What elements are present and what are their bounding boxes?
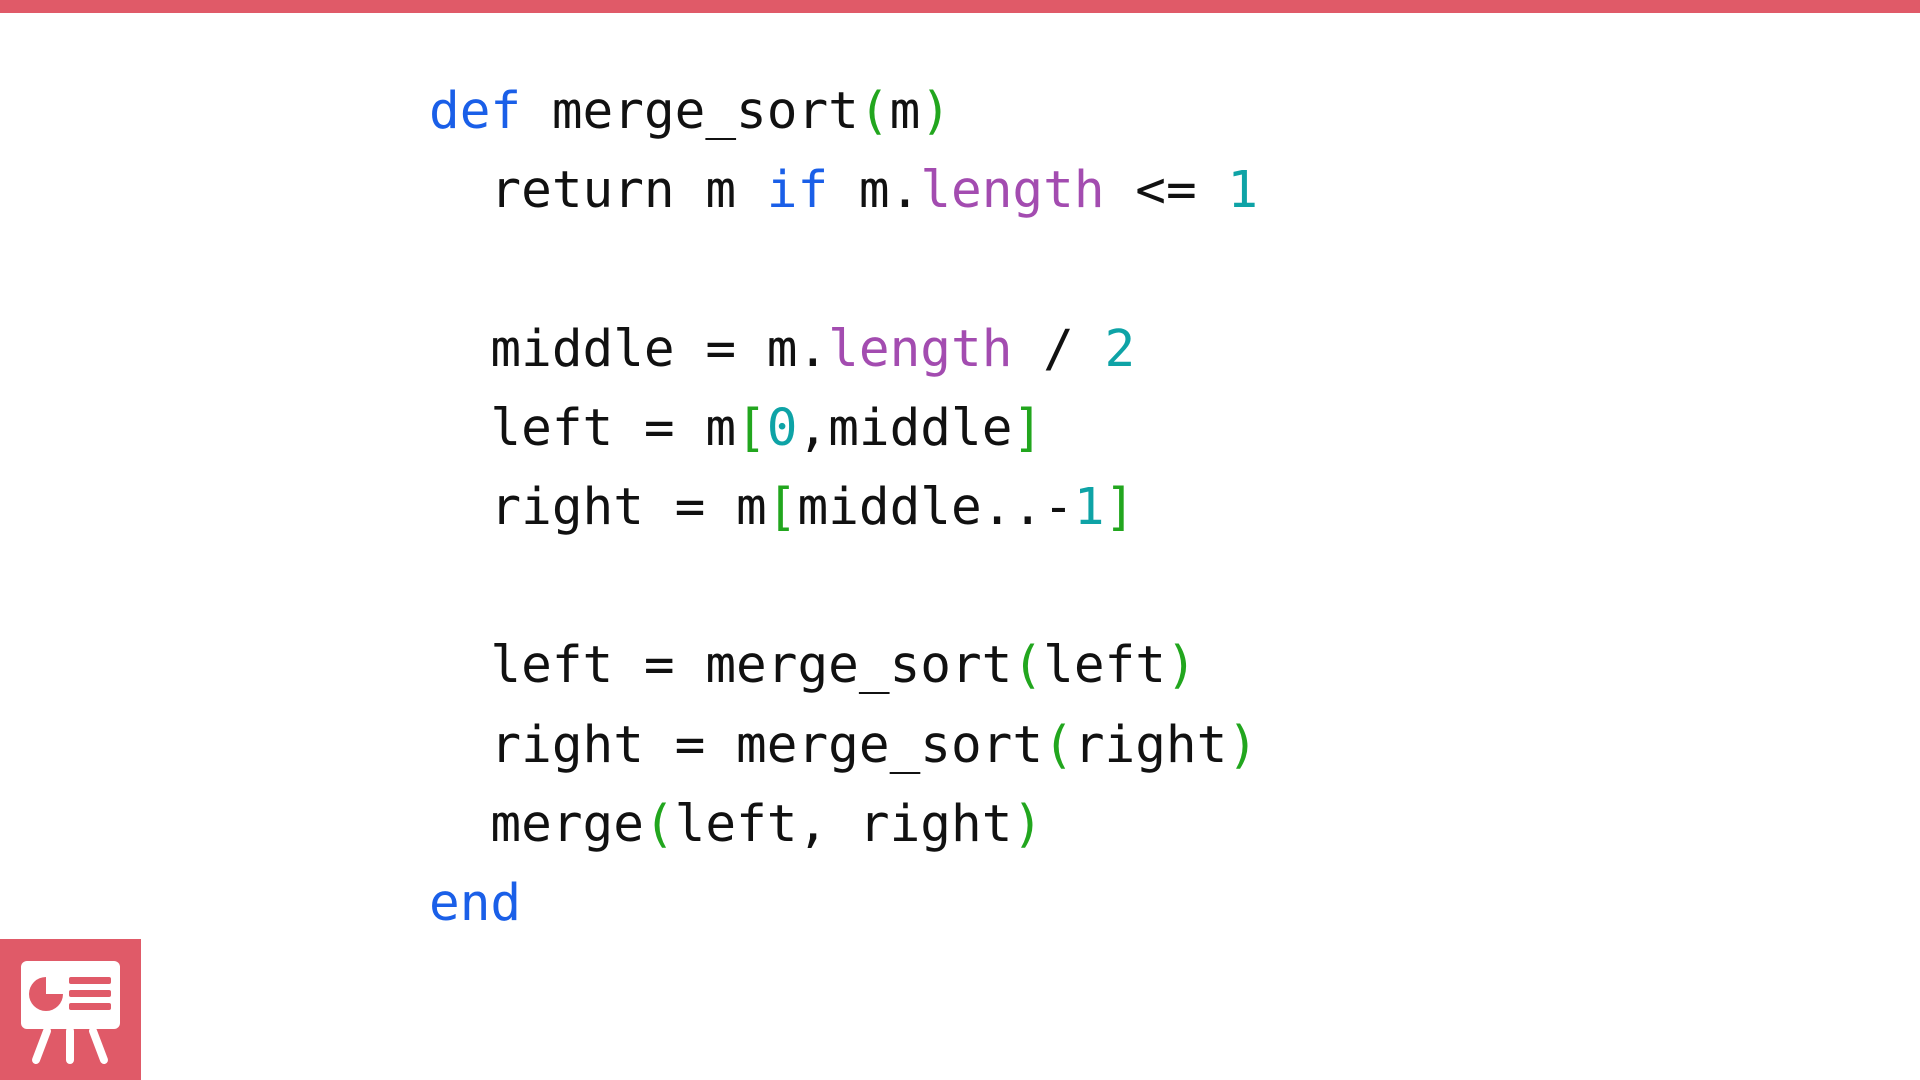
code-line: left = m[0,middle] <box>429 389 1258 468</box>
code-token-paren: ( <box>858 82 890 141</box>
code-line: middle = m.length / 2 <box>429 310 1258 389</box>
code-token-num: 2 <box>1104 319 1136 379</box>
code-token-paren: ( <box>643 794 675 854</box>
code-token-plain: merge_sort <box>521 82 859 141</box>
code-token-plain: m. <box>828 161 921 221</box>
code-token-paren: [ <box>766 477 798 537</box>
code-token-paren: ( <box>1012 636 1044 696</box>
code-token-plain: / <box>1012 319 1105 379</box>
code-line: def merge_sort(m) <box>429 72 1258 151</box>
code-token-paren: ] <box>1012 398 1044 458</box>
code-token-plain: left = m <box>429 398 737 458</box>
code-line: left = merge_sort(left) <box>429 626 1258 705</box>
code-token-paren: ] <box>1104 477 1136 537</box>
code-token-method: length <box>828 319 1013 379</box>
code-token-kw: if <box>766 161 829 221</box>
code-token-plain: right = m <box>429 477 767 537</box>
code-line: merge(left, right) <box>429 785 1258 864</box>
presenter-badge[interactable] <box>0 939 141 1080</box>
code-token-plain: <= <box>1104 161 1228 221</box>
code-token-plain: return m <box>429 161 767 221</box>
code-token-plain: left <box>1043 636 1166 696</box>
top-accent-bar <box>0 0 1920 13</box>
code-line: return m if m.length <= 1 <box>429 151 1258 230</box>
code-token-kw: end <box>429 873 522 933</box>
code-token-num: 1 <box>1073 477 1105 537</box>
code-line: end <box>429 864 1258 943</box>
code-token-paren: ) <box>1227 715 1259 775</box>
code-token-plain: middle = m. <box>429 319 829 379</box>
code-line: right = m[middle..-1] <box>429 468 1258 547</box>
code-token-plain: right <box>1073 715 1228 775</box>
code-token-paren: ( <box>1043 715 1074 775</box>
code-token-plain: left = merge_sort <box>429 636 1013 696</box>
code-token-plain: left, right <box>674 794 1013 854</box>
code-token-plain: merge <box>429 794 644 854</box>
code-token-num: 0 <box>766 398 798 458</box>
slide: def merge_sort(m) return m if m.length <… <box>0 0 1920 1080</box>
code-token-paren: ) <box>920 82 952 141</box>
code-token-plain: m <box>889 82 921 141</box>
code-token-num: 1 <box>1227 161 1259 221</box>
code-line: right = merge_sort(right) <box>429 706 1258 785</box>
code-token-plain: ,middle <box>797 398 1013 458</box>
code-token-paren: ) <box>1012 794 1044 854</box>
code-token-paren: [ <box>736 398 767 458</box>
code-token-plain: middle..- <box>797 477 1074 537</box>
code-token-paren: ) <box>1165 636 1197 696</box>
code-token-kw: def <box>429 82 522 141</box>
code-block: def merge_sort(m) return m if m.length <… <box>429 72 1258 943</box>
code-token-method: length <box>920 161 1105 221</box>
code-token-plain: right = merge_sort <box>429 715 1044 775</box>
presentation-icon <box>21 961 120 1064</box>
